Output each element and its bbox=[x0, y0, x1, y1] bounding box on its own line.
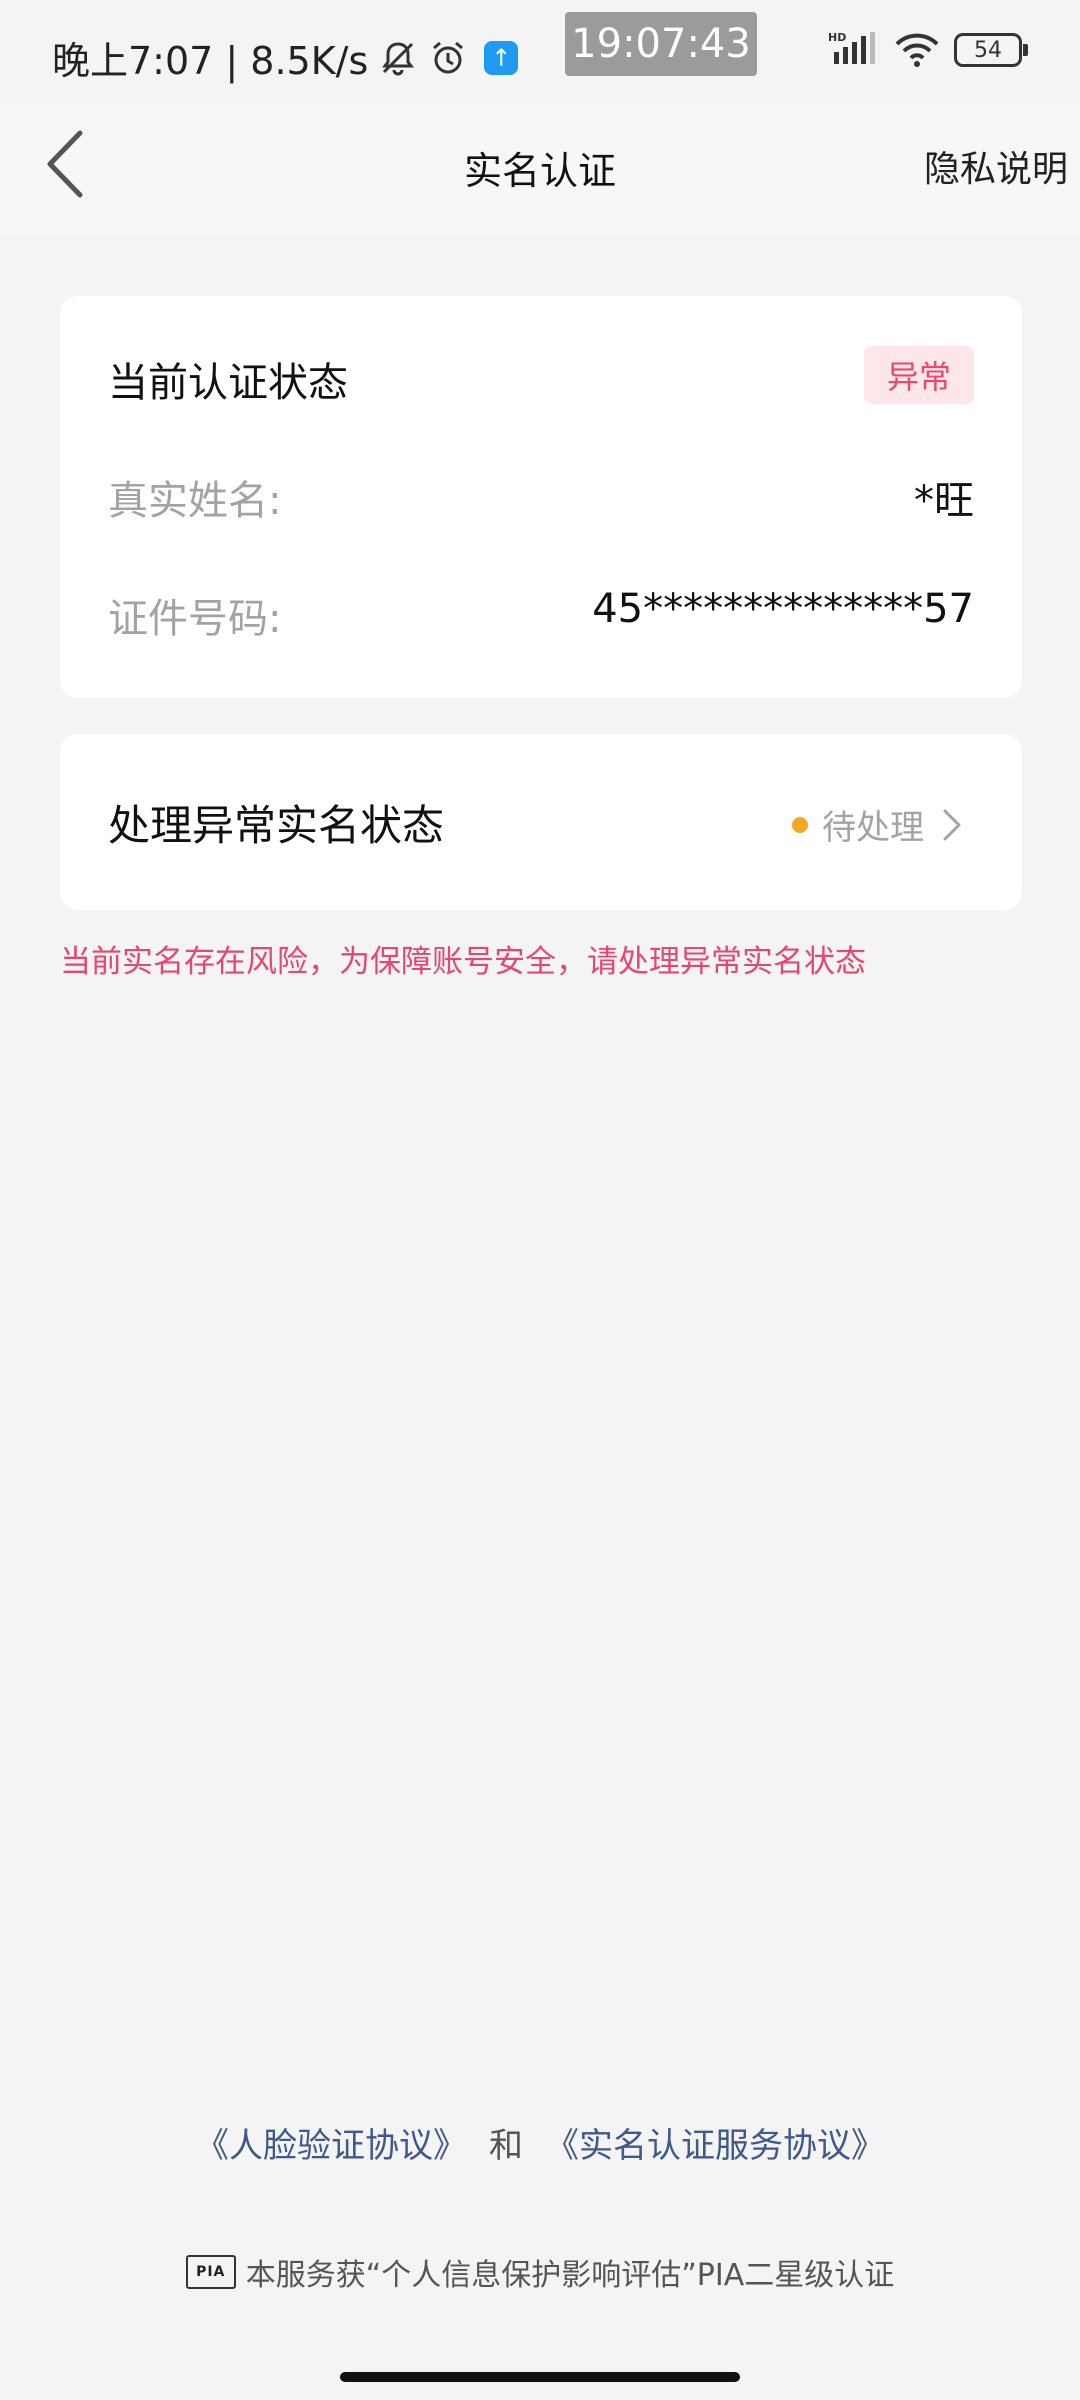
auth-status-card: 当前认证状态 异常 真实姓名: *旺 证件号码: 45*************… bbox=[60, 296, 1022, 698]
svg-text:HD: HD bbox=[828, 31, 846, 44]
status-left: 晚上7:07 | 8.5K/s ↑ bbox=[52, 30, 519, 85]
page-title: 实名认证 bbox=[463, 149, 616, 193]
privacy-link[interactable]: 隐私说明 bbox=[924, 140, 1068, 192]
realname-service-agreement-link[interactable]: 《实名认证服务协议》 bbox=[545, 2126, 885, 2166]
pending-dot-icon bbox=[792, 816, 808, 833]
agreements: 《人脸验证协议》和《实名认证服务协议》 bbox=[0, 2118, 1080, 2167]
home-indicator[interactable] bbox=[340, 2372, 740, 2382]
chevron-right-icon bbox=[942, 808, 962, 842]
auth-status-title: 当前认证状态 bbox=[108, 360, 348, 406]
app-header: 实名认证 隐私说明 bbox=[0, 104, 1080, 234]
clock-pill: 19:07:43 bbox=[565, 12, 757, 76]
upload-app-icon: ↑ bbox=[484, 40, 519, 75]
signal-icon: HD bbox=[828, 30, 880, 70]
id-label: 证件号码: bbox=[108, 596, 282, 642]
status-time-speed: 晚上7:07 | 8.5K/s bbox=[52, 39, 369, 83]
status-right: HD 54 bbox=[828, 30, 1028, 70]
agreements-and: 和 bbox=[489, 2126, 523, 2166]
process-title: 处理异常实名状态 bbox=[108, 801, 445, 850]
alarm-icon bbox=[428, 38, 468, 78]
risk-warning-text: 当前实名存在风险，为保障账号安全，请处理异常实名状态 bbox=[60, 944, 866, 980]
pia-text: 本服务获“个人信息保护影响评估”PIA二星级认证 bbox=[245, 2258, 895, 2293]
pia-logo-icon: PIA bbox=[185, 2255, 236, 2289]
id-value: 45**************57 bbox=[592, 586, 974, 632]
process-status-label: 待处理 bbox=[822, 808, 924, 848]
wifi-icon bbox=[894, 32, 940, 68]
pia-certification: PIA 本服务获“个人信息保护影响评估”PIA二星级认证 bbox=[0, 2250, 1080, 2294]
status-bar: 晚上7:07 | 8.5K/s ↑ 19:07:43 HD 54 bbox=[0, 0, 1080, 104]
status-badge: 异常 bbox=[864, 346, 974, 404]
process-abnormal-card[interactable]: 处理异常实名状态 待处理 bbox=[60, 734, 1022, 910]
bell-muted-icon bbox=[378, 38, 418, 78]
battery-icon: 54 bbox=[954, 33, 1028, 67]
face-verification-agreement-link[interactable]: 《人脸验证协议》 bbox=[195, 2126, 467, 2166]
battery-level: 54 bbox=[974, 37, 1002, 63]
name-label: 真实姓名: bbox=[108, 478, 282, 524]
name-value: *旺 bbox=[914, 478, 974, 524]
process-status: 待处理 bbox=[792, 800, 962, 849]
